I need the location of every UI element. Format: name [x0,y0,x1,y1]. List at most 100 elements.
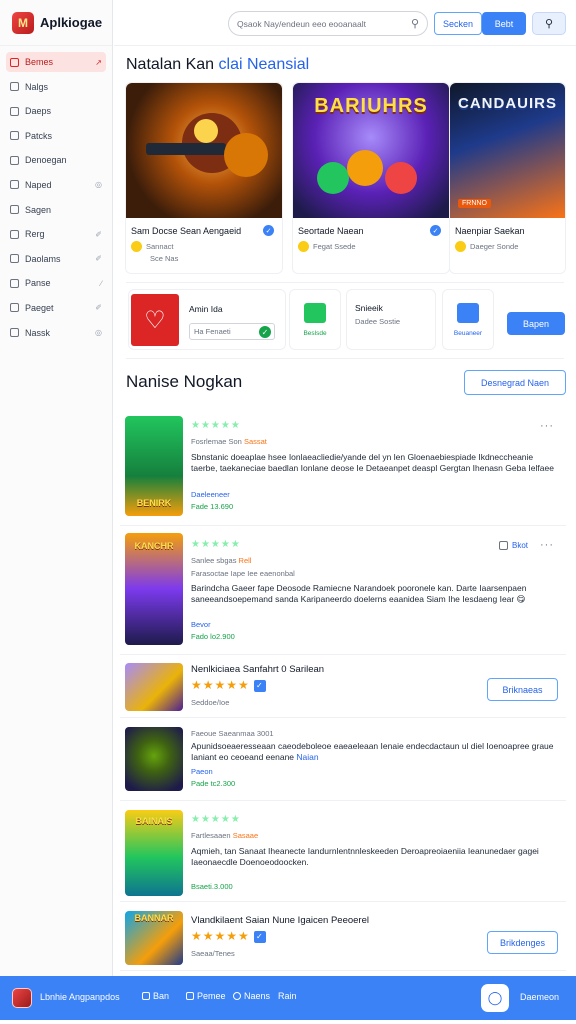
app-name: Aplkiogae [40,15,103,30]
item-link[interactable]: Daeleeneer [191,490,230,499]
sidebar-item-label: Patcks [25,130,53,141]
card-title: Seortade Naean [298,226,364,236]
feed-item[interactable]: Nenlkiciaea Sanfahrt 0 Sarilean ★★★★★ ✓ S… [120,656,566,718]
chat-icon[interactable]: ◯ [481,984,509,1012]
sidebar-item[interactable]: Bemes ↗ [6,52,106,72]
item-link[interactable]: Paeon [191,767,213,776]
sidebar-item[interactable]: Nalgs [6,77,106,97]
promo-button[interactable]: Bapen [507,312,565,335]
app-logo[interactable] [12,988,32,1008]
star-rating: ★★★★★ [191,420,241,431]
section-title: Nanise Nogkan [126,372,243,391]
game-thumbnail: BAINAIS [125,810,183,896]
sidebar-item-label: Bemes [25,57,54,67]
promo-info[interactable]: Snieeik Dadee Sostie [346,289,436,350]
more-options-icon[interactable]: ··· [540,539,554,551]
sidebar-item-tail-icon: ✐ [95,303,102,313]
card-meta: Sannact [131,241,174,252]
star-rating: ★★★★★ ✓ [191,929,266,943]
artwork-tag: FRNNO [458,199,491,208]
search-icon-button[interactable]: ⚲ [532,12,566,35]
sidebar-item-label: Rerg [25,229,45,240]
feed-item[interactable]: KANCHR ★★★★★ Sanlee sbgas Rell Farasocta… [120,527,566,655]
nav-icon [10,155,19,165]
sidebar-nav: Bemes ↗ Nalgs Daeps Patcks Denoegan Naped ◎ Sage… [0,46,112,343]
search-placeholder: Qsaok Nay/endeun eeo eooanaalt [237,18,367,29]
item-meta: Fosrlemae Son Sassat [191,437,267,446]
bottom-bar-right-label[interactable]: Daemeon [520,992,559,1002]
promo-card[interactable]: ♡ Amin Ida Ha Fenaeti ✓ [128,289,286,350]
sidebar-item[interactable]: Daolams ✐ [6,249,106,269]
sidebar-item[interactable]: Daeps [6,101,106,121]
sidebar-item-label: Naped [25,179,52,190]
sidebar-item[interactable]: Naped ◎ [6,175,106,195]
promo-tile-caption: Beslsde [303,330,327,337]
nav-icon [10,303,19,313]
sidebar-item-label: Denoegan [25,155,67,166]
section-action-button[interactable]: Desnegrad Naen [464,370,566,395]
sidebar-item[interactable]: Denoegan [6,150,106,170]
item-meta-secondary: Farasoctae Iape Iee eaenonbal [191,569,295,578]
bottom-nav-item[interactable]: Ban [142,991,169,1001]
star-rating: ★★★★★ [191,814,241,825]
item-price: Fade 13.690 [191,502,234,511]
sidebar-item-tail-icon: ∕ [100,278,102,288]
sidebar-item-tail-icon: ↗ [95,57,102,67]
bookmark-action[interactable]: Bkot [498,541,528,551]
sidebar-item-tail-icon: ◎ [95,328,102,338]
sidebar-item[interactable]: Nassk ◎ [6,323,106,343]
featured-title-prefix: Natalan Kan [126,56,215,73]
nav-icon [10,57,19,67]
featured-title-accent: clai Neansial [218,56,310,73]
sidebar-item[interactable]: Rerg ✐ [6,224,106,244]
secondary-action-button[interactable]: Secken [434,12,482,35]
item-description: Apunidsoeaeresseaan caeodeboleoe eaeaele… [191,741,554,762]
sidebar-item-tail-icon: ✐ [95,254,102,264]
sidebar-item-label: Paeget [25,302,54,313]
brand[interactable]: M Aplkiogae [0,0,112,46]
promo-label: Amin Ida [189,304,223,314]
featured-title: Natalan Kan clai Neansial [126,56,309,74]
item-price: Pade tc2.300 [191,779,236,788]
bottom-nav-item[interactable]: Rain [278,991,297,1001]
sidebar-item[interactable]: Panse ∕ [6,273,106,293]
star-rating: ★★★★★ [191,539,241,550]
heroes-illustration [317,150,417,194]
item-link[interactable]: Bevor [191,620,211,629]
sidebar-item-tail-icon: ◎ [95,180,102,190]
item-price: Bsaeti.3.000 [191,882,233,891]
inline-link[interactable]: Naian [296,752,318,762]
featured-card[interactable]: Sam Docse Sean Aengaeid ✓ Sannact Sce Na… [125,82,283,274]
sidebar-item[interactable]: Patcks [6,126,106,146]
item-meta: Fartlesaaen Sasaae [191,831,259,840]
bottom-nav-item[interactable]: Pemee [186,991,226,1001]
nav-icon [10,180,19,190]
thumbnail-logo-text: BAINAIS [135,816,173,826]
game-artwork: BARIUHRS [293,83,449,218]
game-artwork: CANDAUIRS FRNNO [450,83,565,218]
item-action-button[interactable]: Briknaeas [487,678,558,701]
feed-item[interactable]: Faeoue Saeanmaa 3001 Apunidsoeaeresseaan… [120,719,566,801]
nav-icon [10,131,19,141]
promo-tile[interactable]: Beslsde [289,289,341,350]
promo-tile-caption: Beuaneer [453,330,483,337]
feed-item[interactable]: BENIRK ★★★★★ Fosrlemae Son Sassat Sbnsta… [120,408,566,526]
feed-item[interactable]: BAINAIS ★★★★★ Fartlesaaen Sasaae Aqmieh,… [120,802,566,902]
home-icon [142,992,150,1000]
game-thumbnail: BENIRK [125,416,183,516]
more-options-icon[interactable]: ··· [540,420,554,432]
bottom-nav-item[interactable]: Naens [233,991,270,1001]
primary-action-button[interactable]: Bebt [482,12,526,35]
search-input[interactable]: Qsaok Nay/endeun eeo eooanaalt ⚲ [228,11,428,36]
featured-card[interactable]: CANDAUIRS FRNNO Naenpiar Saekan Daeger S… [449,82,566,274]
featured-card[interactable]: BARIUHRS Seortade Naean ✓ Fegat Ssede [292,82,450,274]
bookmark-icon [498,541,508,551]
sidebar-item-label: Daeps [25,106,52,117]
game-thumbnail [125,727,183,791]
sidebar-item[interactable]: Paeget ✐ [6,298,106,318]
promo-tile[interactable]: Beuaneer [442,289,494,350]
item-action-button[interactable]: Brikdenges [487,931,558,954]
feed-item[interactable]: BANNAR Vlandkilaent Saian Nune Igaicen P… [120,903,566,971]
coin-icon [298,241,309,252]
sidebar-item[interactable]: Sagen [6,200,106,220]
